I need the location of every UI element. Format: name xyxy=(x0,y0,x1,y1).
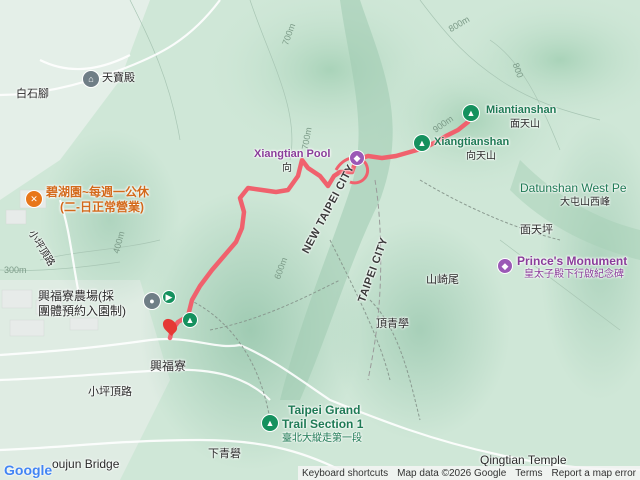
miantianshan-label-en[interactable]: Miantianshan xyxy=(486,104,556,117)
dingqingxue-label[interactable]: 頂青學 xyxy=(376,318,409,331)
datunshan-west-label-zh: 大屯山西峰 xyxy=(560,197,610,208)
datunshan-west-label-en[interactable]: Datunshan West Pe xyxy=(520,182,627,195)
temple-icon[interactable]: ⌂ xyxy=(82,70,100,88)
keyboard-shortcuts-link[interactable]: Keyboard shortcuts xyxy=(302,468,388,479)
bihuyuan-label-2: (二-日正常營業) xyxy=(60,200,144,214)
attribution-bar: Keyboard shortcuts Map data ©2026 Google… xyxy=(297,466,640,480)
tianbaodian-label[interactable]: 天寶殿 xyxy=(102,72,135,85)
grand-trail-label-en[interactable]: Taipei Grand xyxy=(288,404,360,417)
restaurant-icon[interactable]: ✕ xyxy=(25,190,43,208)
map-data-text: Map data ©2026 Google xyxy=(397,467,507,479)
xingfuliao-farm-label-2: 團體預約入園制) xyxy=(38,304,126,318)
map-canvas[interactable]: 700m 800m 800 900m 400m 300m 600m 700m ▲… xyxy=(0,0,640,480)
xiaopingding-road-label-lower: 小坪頂路 xyxy=(88,386,132,398)
hiking-icon[interactable]: ▲ xyxy=(261,414,279,432)
miantianshan-label-zh: 面天山 xyxy=(510,119,540,130)
start-marker-icon[interactable]: ▶ xyxy=(162,290,176,304)
hiking-icon[interactable]: ▲ xyxy=(182,312,198,328)
baishijiao-label[interactable]: 白石腳 xyxy=(16,88,49,101)
grand-trail-label-en2[interactable]: Trail Section 1 xyxy=(282,418,363,431)
monument-icon[interactable]: ◆ xyxy=(497,258,513,274)
hiking-icon[interactable]: ▲ xyxy=(413,134,431,152)
xingfuliao-farm-label-1[interactable]: 興福寮農場(採 xyxy=(38,290,114,303)
xiangtianshan-label-zh: 向天山 xyxy=(466,151,496,162)
terms-link[interactable]: Terms xyxy=(515,468,542,479)
xiangtianshan-label-en[interactable]: Xiangtianshan xyxy=(434,136,509,149)
xiangtian-pool-label-zh: 向 xyxy=(282,163,292,174)
miantianping-label[interactable]: 面天坪 xyxy=(520,224,553,237)
bihuyuan-label-1[interactable]: 碧湖園~每週一公休 xyxy=(46,186,149,199)
xingfuliao-label[interactable]: 興福寮 xyxy=(150,360,186,373)
location-pin-icon[interactable]: ● xyxy=(143,292,161,310)
xiangtian-pool-label-en[interactable]: Xiangtian Pool xyxy=(254,148,330,161)
grand-trail-label-zh: 臺北大縱走第一段 xyxy=(282,433,362,444)
location-pin-icon[interactable]: ◆ xyxy=(349,150,365,166)
princes-monument-label-en[interactable]: Prince's Monument xyxy=(517,255,627,268)
oujun-bridge-label-en[interactable]: oujun Bridge xyxy=(52,458,119,471)
contour-label-300: 300m xyxy=(4,265,27,275)
xiaqingxue-label[interactable]: 下青礐 xyxy=(208,448,241,461)
google-logo[interactable]: Google xyxy=(4,462,52,478)
hiking-icon[interactable]: ▲ xyxy=(462,104,480,122)
report-error-link[interactable]: Report a map error xyxy=(552,468,636,479)
princes-monument-label-zh: 皇太子殿下行啟紀念碑 xyxy=(524,269,624,280)
shanqiwei-label[interactable]: 山崎尾 xyxy=(426,274,459,287)
